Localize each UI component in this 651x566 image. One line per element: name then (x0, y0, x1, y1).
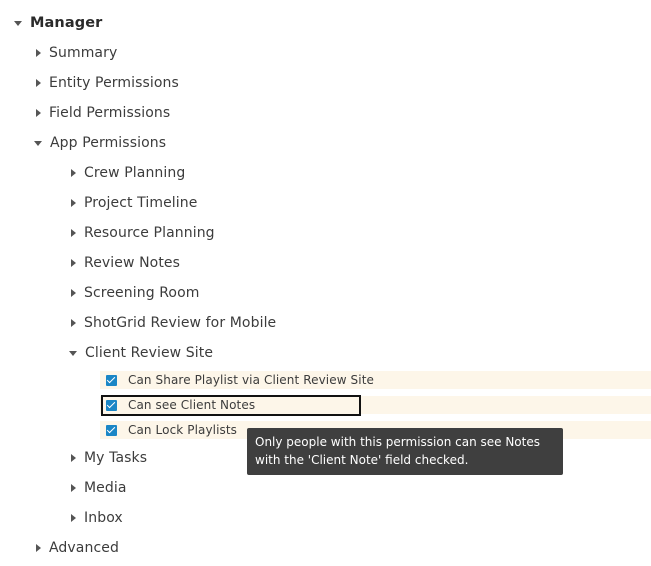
chevron-right-icon[interactable] (71, 169, 76, 177)
chevron-down-icon[interactable] (69, 350, 77, 356)
tree-node-manager[interactable]: Manager (14, 11, 102, 35)
tree-node-label: Resource Planning (84, 225, 215, 241)
tree-node-client-review-site[interactable]: Client Review Site (69, 341, 213, 365)
tree-node-label: Project Timeline (84, 195, 198, 211)
chevron-right-icon[interactable] (71, 514, 76, 522)
tree-node-entity-permissions[interactable]: Entity Permissions (34, 71, 179, 95)
tree-node-label: Manager (30, 15, 103, 31)
checkbox-checked[interactable] (106, 424, 117, 436)
tree-node-label: App Permissions (50, 135, 167, 151)
tree-node-summary[interactable]: Summary (34, 41, 117, 65)
chevron-down-icon[interactable] (14, 20, 22, 26)
tree-node-shotgrid-review-mobile[interactable]: ShotGrid Review for Mobile (69, 311, 276, 335)
tree-node-media[interactable]: Media (69, 476, 127, 500)
tree-node-advanced[interactable]: Advanced (34, 536, 119, 560)
tree-node-inbox[interactable]: Inbox (69, 506, 123, 530)
chevron-right-icon[interactable] (36, 544, 41, 552)
chevron-right-icon[interactable] (36, 49, 41, 57)
chevron-right-icon[interactable] (36, 79, 41, 87)
checkbox-checked[interactable] (106, 399, 117, 411)
tree-node-label: Inbox (84, 510, 123, 526)
tree-node-label: Review Notes (84, 255, 181, 271)
chevron-right-icon[interactable] (71, 454, 76, 462)
tree-node-label: ShotGrid Review for Mobile (84, 315, 277, 331)
tree-node-label: Summary (49, 45, 118, 61)
chevron-right-icon[interactable] (36, 109, 41, 117)
tree-node-label: Client Review Site (85, 345, 214, 361)
tree-node-label: My Tasks (84, 450, 148, 466)
tree-node-label: Media (84, 480, 127, 496)
permission-tooltip: Only people with this permission can see… (247, 428, 563, 475)
tree-node-review-notes[interactable]: Review Notes (69, 251, 180, 275)
tree-node-app-permissions[interactable]: App Permissions (34, 131, 166, 155)
checkbox-checked[interactable] (106, 374, 117, 386)
tree-node-label: Entity Permissions (49, 75, 179, 91)
permission-label: Can see Client Notes (128, 398, 256, 412)
tree-node-label: Advanced (49, 540, 119, 556)
tree-node-label: Screening Room (84, 285, 200, 301)
tree-node-resource-planning[interactable]: Resource Planning (69, 221, 215, 245)
permission-label: Can Lock Playlists (128, 423, 238, 437)
tree-node-crew-planning[interactable]: Crew Planning (69, 161, 185, 185)
chevron-right-icon[interactable] (71, 259, 76, 267)
chevron-right-icon[interactable] (71, 319, 76, 327)
tree-node-screening-room[interactable]: Screening Room (69, 281, 200, 305)
chevron-right-icon[interactable] (71, 199, 76, 207)
chevron-down-icon[interactable] (34, 140, 42, 146)
permission-label: Can Share Playlist via Client Review Sit… (128, 373, 374, 387)
permission-row[interactable]: Can see Client Notes (100, 396, 651, 414)
tree-node-field-permissions[interactable]: Field Permissions (34, 101, 170, 125)
tree-node-my-tasks[interactable]: My Tasks (69, 446, 147, 470)
chevron-right-icon[interactable] (71, 484, 76, 492)
tree-node-label: Field Permissions (49, 105, 171, 121)
chevron-right-icon[interactable] (71, 229, 76, 237)
permission-row[interactable]: Can Share Playlist via Client Review Sit… (100, 371, 651, 389)
tree-node-project-timeline[interactable]: Project Timeline (69, 191, 197, 215)
chevron-right-icon[interactable] (71, 289, 76, 297)
tree-node-label: Crew Planning (84, 165, 186, 181)
